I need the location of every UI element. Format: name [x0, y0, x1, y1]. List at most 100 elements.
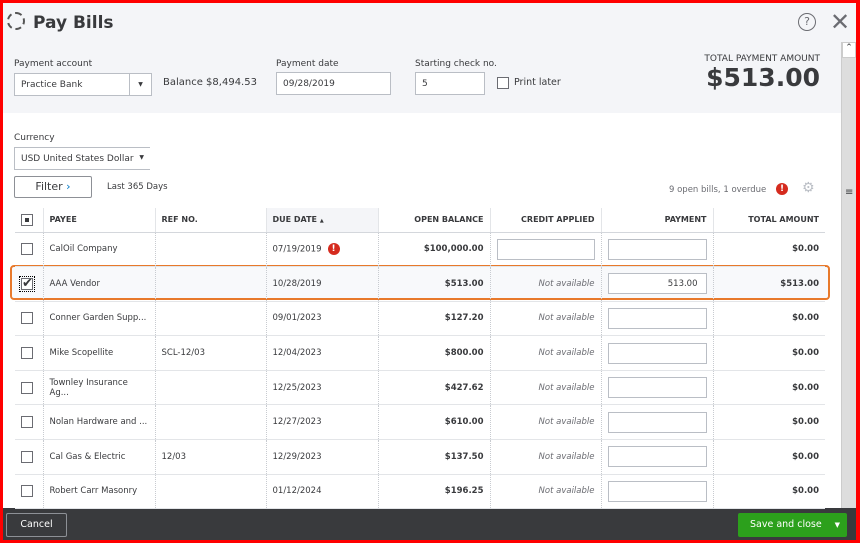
col-payment[interactable]: PAYMENT — [600, 208, 713, 233]
open-balance: $196.25 — [377, 474, 490, 510]
filter-label: Filter — [35, 180, 63, 193]
payment-cell — [600, 404, 713, 441]
row-checkbox[interactable] — [21, 450, 33, 463]
row-checkbox[interactable] — [21, 416, 33, 429]
credit-applied: Not available — [489, 439, 601, 475]
due-date: 12/25/2023 — [265, 370, 378, 406]
total-payment-amount: $513.00 — [706, 63, 820, 92]
col-credit-applied[interactable]: CREDIT APPLIED — [489, 208, 601, 233]
payee[interactable]: CalOil Company — [42, 232, 155, 268]
ref-no: 12/03 — [154, 439, 266, 475]
due-date: 12/04/2023 — [265, 335, 378, 371]
vertical-scrollbar[interactable]: ⌃ ≡ — [841, 42, 856, 508]
total-amount: $0.00 — [712, 439, 825, 475]
chevron-down-icon[interactable]: ▼ — [835, 514, 840, 536]
credit-applied: Not available — [489, 266, 601, 302]
row-checkbox[interactable] — [21, 243, 33, 256]
credit-applied: Not available — [489, 370, 601, 406]
credit-applied: Not available — [489, 301, 601, 337]
save-label: Save and close — [750, 519, 822, 530]
payment-cell — [600, 439, 713, 475]
ref-no — [154, 370, 266, 406]
due-date: 12/27/2023 — [265, 404, 378, 441]
open-balance: $100,000.00 — [377, 232, 490, 268]
col-total-amount[interactable]: TOTAL AMOUNT — [712, 208, 825, 233]
print-later-checkbox[interactable] — [497, 77, 509, 89]
gear-icon[interactable]: ⚙ — [802, 180, 815, 196]
due-date: 09/01/2023 — [265, 301, 378, 337]
payee[interactable]: Mike Scopellite — [42, 335, 155, 371]
col-open-balance[interactable]: OPEN BALANCE — [377, 208, 490, 233]
total-amount: $0.00 — [712, 232, 825, 268]
overdue-icon: ! — [776, 183, 788, 195]
help-icon[interactable]: ? — [798, 13, 816, 31]
total-amount: $0.00 — [712, 301, 825, 337]
table-row: ✔ AAA Vendor 10/28/2019 $513.00 Not avai… — [15, 266, 825, 302]
due-date: 01/12/2024 — [265, 474, 378, 510]
payment-account-value: Practice Bank — [21, 80, 83, 90]
filter-range: Last 365 Days — [107, 182, 168, 192]
row-checkbox[interactable] — [21, 347, 33, 360]
payment-input[interactable] — [607, 480, 707, 502]
col-payee[interactable]: PAYEE — [42, 208, 155, 233]
col-due-date[interactable]: DUE DATE ▲ — [265, 208, 378, 233]
ref-no — [154, 301, 266, 337]
footer-bar: Cancel Save and close ▼ — [3, 508, 856, 540]
open-balance: $137.50 — [377, 439, 490, 475]
payment-date-input[interactable]: 09/28/2019 — [276, 72, 391, 95]
row-checkbox[interactable]: ✔ — [19, 275, 35, 292]
payment-cell — [600, 335, 713, 371]
total-amount: $0.00 — [712, 370, 825, 406]
page-title: Pay Bills — [33, 13, 114, 33]
check-no-input[interactable]: 5 — [415, 72, 485, 95]
payment-input[interactable]: 513.00 — [607, 273, 707, 295]
chevron-down-icon[interactable]: ▼ — [129, 74, 151, 95]
row-checkbox[interactable] — [21, 485, 33, 498]
col-ref[interactable]: REF NO. — [154, 208, 266, 233]
payment-input[interactable] — [607, 342, 707, 364]
print-later-label: Print later — [514, 77, 561, 88]
payee[interactable]: Nolan Hardware and ... — [42, 404, 155, 441]
payment-input[interactable] — [607, 377, 707, 399]
payee[interactable]: Conner Garden Supp... — [42, 301, 155, 337]
total-amount: $0.00 — [712, 474, 825, 510]
row-checkbox[interactable] — [21, 381, 33, 394]
total-amount: $513.00 — [712, 266, 825, 302]
credit-applied: Not available — [489, 474, 601, 510]
payee[interactable]: Robert Carr Masonry — [42, 474, 155, 510]
payment-input[interactable] — [607, 446, 707, 468]
bills-table: PAYEE REF NO. DUE DATE ▲ OPEN BALANCE CR… — [15, 208, 825, 510]
scroll-grip-icon[interactable]: ≡ — [845, 187, 853, 198]
credit-input[interactable] — [496, 238, 595, 260]
row-checkbox[interactable] — [21, 312, 33, 325]
save-and-close-button[interactable]: Save and close ▼ — [738, 513, 847, 537]
payee[interactable]: AAA Vendor — [42, 266, 155, 302]
payment-account-select[interactable]: Practice Bank ▼ — [14, 73, 152, 96]
payment-input[interactable] — [607, 238, 707, 260]
close-icon[interactable]: ✕ — [830, 8, 850, 36]
chevron-down-icon: ▼ — [139, 154, 144, 161]
payment-cell — [600, 301, 713, 337]
currency-label: Currency — [14, 133, 55, 143]
payment-cell — [600, 474, 713, 510]
select-all-checkbox[interactable] — [21, 213, 33, 226]
payment-input[interactable] — [607, 411, 707, 433]
due-date: 10/28/2019 — [265, 266, 378, 302]
cancel-button[interactable]: Cancel — [6, 513, 67, 537]
scroll-up-icon[interactable]: ⌃ — [842, 42, 856, 58]
ref-no — [154, 232, 266, 268]
payment-input[interactable] — [607, 307, 707, 329]
table-header: PAYEE REF NO. DUE DATE ▲ OPEN BALANCE CR… — [15, 208, 825, 233]
credit-applied[interactable] — [489, 232, 601, 268]
open-balance: $127.20 — [377, 301, 490, 337]
table-row: Mike Scopellite SCL-12/03 12/04/2023 $80… — [15, 335, 825, 371]
payee[interactable]: Townley Insurance Ag... — [42, 370, 155, 406]
payee[interactable]: Cal Gas & Electric — [42, 439, 155, 475]
currency-select[interactable]: USD United States Dollar ▼ — [14, 147, 150, 170]
pay-bills-window: Pay Bills ? ✕ Payment account Practice B… — [0, 0, 860, 543]
currency-value: USD United States Dollar — [21, 154, 134, 164]
ref-no: SCL-12/03 — [154, 335, 266, 371]
filter-button[interactable]: Filter › — [14, 176, 92, 198]
due-date: 07/19/2019! — [265, 232, 378, 268]
payment-cell — [600, 232, 713, 268]
